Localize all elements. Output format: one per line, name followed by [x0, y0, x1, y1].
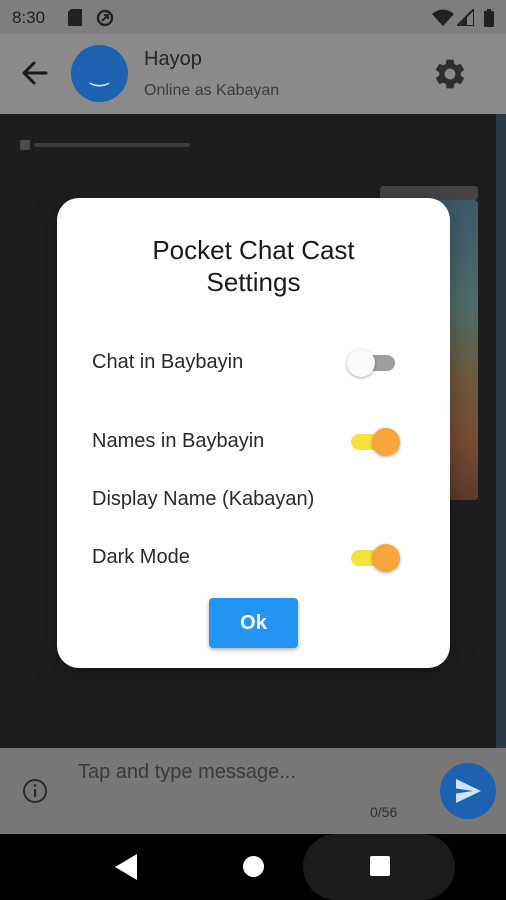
ok-button[interactable]: Ok [209, 598, 298, 648]
setting-label: Names in Baybayin [92, 430, 265, 452]
sd-card-icon [68, 9, 82, 26]
robot-icon [20, 140, 30, 150]
nav-home-icon[interactable] [243, 856, 264, 877]
wifi-icon [432, 9, 454, 26]
send-icon [456, 779, 481, 803]
message-input[interactable] [78, 754, 428, 790]
chat-title: Hayop [144, 48, 202, 70]
dialog-title: Pocket Chat Cast Settings [152, 235, 355, 297]
setting-label: Dark Mode [92, 546, 190, 568]
arrow-back-icon[interactable] [18, 56, 52, 90]
dark-mode-switch[interactable] [347, 543, 401, 572]
nav-back-icon[interactable] [115, 854, 139, 880]
nav-recents-icon[interactable] [370, 856, 390, 876]
setting-dark-mode[interactable]: Dark Mode [92, 537, 412, 577]
system-nav-bar [0, 834, 506, 900]
message-composer: 0/56 [0, 748, 506, 834]
app-bar: ‿ Hayop Online as Kabayan [0, 34, 506, 114]
data-saver-icon [96, 9, 114, 27]
settings-dialog: Pocket Chat Cast Settings Chat in Baybay… [57, 198, 450, 668]
gear-icon[interactable] [432, 56, 468, 92]
system-message [20, 140, 190, 150]
info-icon[interactable] [22, 778, 48, 804]
battery-icon [484, 9, 494, 27]
send-button[interactable] [440, 763, 496, 819]
chat-scroll-edge [496, 114, 506, 748]
status-bar: 8:30 [0, 0, 506, 34]
chat-in-baybayin-switch[interactable] [347, 348, 401, 377]
chat-subtitle: Online as Kabayan [144, 82, 280, 99]
status-time: 8:30 [12, 8, 46, 27]
avatar-glyph: ‿ [90, 60, 109, 86]
avatar[interactable]: ‿ [71, 45, 128, 102]
setting-chat-in-baybayin[interactable]: Chat in Baybayin [92, 342, 412, 382]
signal-icon [457, 9, 474, 26]
setting-label: Chat in Baybayin [92, 351, 244, 373]
setting-names-in-baybayin[interactable]: Names in Baybayin [92, 421, 412, 461]
setting-display-name[interactable]: Display Name (Kabayan) [92, 479, 412, 519]
setting-label[interactable]: Display Name (Kabayan) [92, 488, 314, 511]
names-in-baybayin-switch[interactable] [347, 427, 401, 456]
char-counter: 0/56 [370, 804, 398, 820]
